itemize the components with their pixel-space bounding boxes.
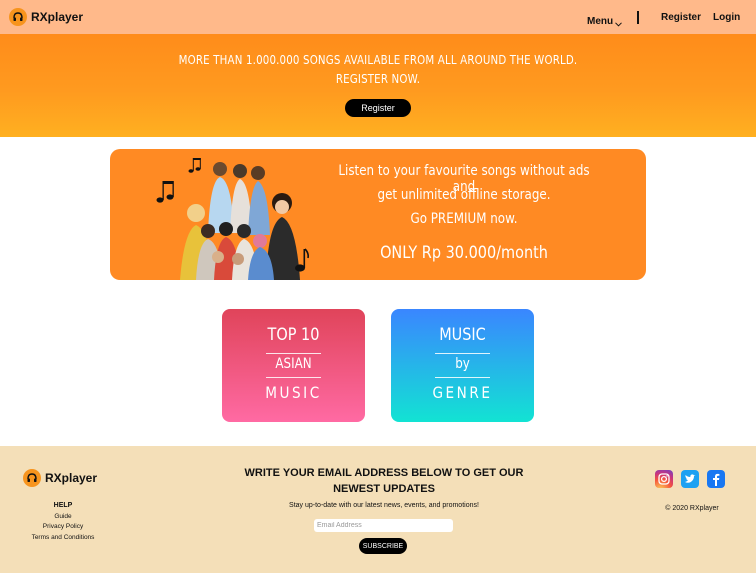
newsletter-title-line-1: WRITE YOUR EMAIL ADDRESS BELOW TO GET OU… — [244, 467, 524, 479]
instagram-icon[interactable] — [655, 470, 673, 488]
hero-register-button[interactable]: Register — [345, 99, 411, 117]
footer-brand-name: RXplayer — [45, 471, 98, 485]
copyright-text: © 2020 RXplayer — [665, 505, 719, 512]
artists-collage-image — [156, 158, 300, 280]
card-subtitle: ASIAN — [275, 356, 312, 372]
card-title: TOP 10 — [267, 325, 320, 345]
card-divider — [435, 353, 490, 354]
premium-price: ONLY Rp 30.000/month — [380, 243, 548, 263]
subscribe-button[interactable]: SUBSCRIBE — [359, 538, 407, 554]
top10-asian-music-card[interactable]: TOP 10 ASIAN MUSIC — [222, 309, 365, 422]
card-divider — [435, 377, 490, 378]
headphones-icon — [23, 469, 41, 487]
premium-line-3: Go PREMIUM now. — [410, 211, 518, 227]
newsletter-title: WRITE YOUR EMAIL ADDRESS BELOW TO GET OU… — [232, 465, 536, 497]
guide-link[interactable]: Guide — [23, 512, 103, 523]
nav-divider — [637, 11, 639, 24]
footer-brand-logo[interactable]: RXplayer — [23, 469, 97, 487]
premium-banner[interactable]: Listen to your favourite songs without a… — [110, 149, 646, 280]
login-link[interactable]: Login — [713, 12, 740, 23]
newsletter-subtitle: Stay up-to-date with our latest news, ev… — [289, 502, 479, 509]
card-footer: GENRE — [432, 383, 493, 402]
premium-line-2: get unlimited offline storage. — [377, 187, 551, 203]
hero-headline: MORE THAN 1.000.000 SONGS AVAILABLE FROM… — [178, 52, 578, 67]
menu-dropdown[interactable]: Menu — [587, 12, 622, 31]
hero-subheadline: REGISTER NOW. — [335, 71, 421, 86]
card-footer: MUSIC — [265, 383, 322, 402]
privacy-policy-link[interactable]: Privacy Policy — [23, 522, 103, 533]
headphones-icon — [9, 8, 27, 26]
newsletter-title-line-2: NEWEST UPDATES — [333, 483, 435, 495]
help-heading: HELP — [53, 502, 73, 509]
card-divider — [266, 377, 321, 378]
footer: RXplayer HELP Guide Privacy Policy Terms… — [0, 446, 756, 573]
card-divider — [266, 353, 321, 354]
music-note-icon — [295, 248, 309, 272]
card-subtitle: by — [455, 356, 470, 372]
register-link[interactable]: Register — [661, 12, 701, 23]
facebook-icon[interactable] — [707, 470, 725, 488]
hero-section: MORE THAN 1.000.000 SONGS AVAILABLE FROM… — [0, 34, 756, 137]
brand-name: RXplayer — [31, 10, 84, 24]
menu-label: Menu — [587, 16, 614, 27]
help-links: HELP Guide Privacy Policy Terms and Cond… — [23, 501, 103, 543]
twitter-icon[interactable] — [681, 470, 699, 488]
terms-conditions-link[interactable]: Terms and Conditions — [23, 533, 103, 544]
music-by-genre-card[interactable]: MUSIC by GENRE — [391, 309, 534, 422]
brand-logo[interactable]: RXplayer — [9, 8, 83, 26]
top-navbar: RXplayer Menu Register Login — [0, 0, 756, 34]
card-title: MUSIC — [439, 325, 486, 345]
email-input[interactable] — [314, 519, 453, 532]
chevron-down-icon — [615, 12, 622, 31]
